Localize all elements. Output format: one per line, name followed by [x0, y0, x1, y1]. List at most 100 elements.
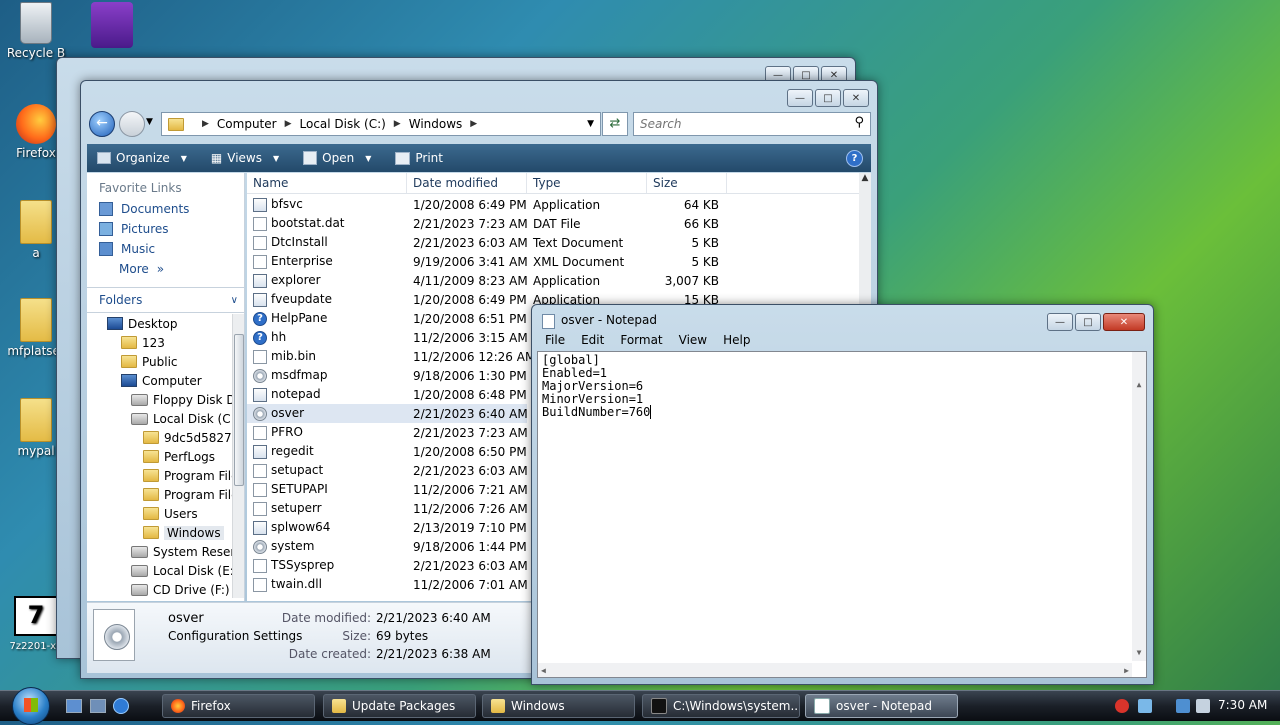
minimize-button[interactable]: —	[1047, 313, 1073, 331]
scroll-right-icon[interactable]: ▶	[1124, 664, 1129, 677]
tree-item-cd-drive[interactable]: CD Drive (F:) M	[87, 580, 232, 599]
tree-item-123[interactable]: 123	[87, 333, 232, 352]
column-name[interactable]: Name ˄	[247, 173, 407, 193]
search-input[interactable]	[638, 116, 842, 132]
favorite-documents[interactable]: Documents	[87, 199, 244, 219]
task-update-packages[interactable]: Update Packages	[323, 694, 476, 718]
show-desktop-button[interactable]	[66, 699, 82, 713]
tree-scrollbar[interactable]	[232, 314, 244, 598]
vertical-scrollbar[interactable]: ▲ ▼	[1132, 352, 1146, 661]
scroll-up-icon[interactable]: ▲	[1132, 378, 1146, 391]
scrollbar-thumb[interactable]	[234, 334, 244, 486]
menu-help[interactable]: Help	[715, 333, 758, 347]
task-windows[interactable]: Windows	[482, 694, 635, 718]
maximize-button[interactable]: □	[815, 89, 841, 107]
breadcrumb-local-disk[interactable]: Local Disk (C:) ▶	[296, 117, 405, 131]
breadcrumb-computer[interactable]: Computer ▶	[213, 117, 296, 131]
file-row[interactable]: DtcInstall 2/21/2023 6:03 AM Text Document…	[247, 233, 847, 252]
scroll-down-icon[interactable]: ▼	[1132, 646, 1146, 659]
file-name-cell: TSSysprep	[253, 558, 334, 573]
forward-button[interactable]	[119, 111, 145, 137]
file-row[interactable]: bfsvc 1/20/2008 6:49 PM Application 64 KB	[247, 195, 847, 214]
file-date: 2/21/2023 7:23 AM	[413, 216, 528, 231]
column-label: Type	[533, 176, 561, 190]
task-label: Update Packages	[352, 699, 456, 713]
tree-item-computer[interactable]: Computer	[87, 371, 232, 390]
file-name-cell: PFRO	[253, 425, 303, 440]
security-alert-icon[interactable]	[1115, 699, 1129, 713]
organize-button[interactable]: Organize ▼	[87, 151, 201, 165]
tree-item-local-disk-c[interactable]: Local Disk (C:)	[87, 409, 232, 428]
switch-windows-button[interactable]	[90, 699, 106, 713]
menu-format[interactable]: Format	[612, 333, 670, 347]
file-row[interactable]: bootstat.dat 2/21/2023 7:23 AM DAT File 66 …	[247, 214, 847, 233]
column-type[interactable]: Type	[527, 173, 647, 193]
tree-label: CD Drive (F:) M	[153, 582, 232, 597]
ie-quicklaunch-icon[interactable]	[113, 698, 129, 714]
folder-icon	[491, 699, 505, 713]
history-dropdown[interactable]: ▼	[146, 117, 153, 127]
tree-item-windows[interactable]: Windows	[87, 523, 232, 542]
print-button[interactable]: Print	[385, 151, 457, 165]
tree-label: Users	[164, 506, 198, 521]
address-dropdown-icon[interactable]: ▼	[587, 119, 594, 129]
file-row[interactable]: Enterprise 9/19/2006 3:41 AM XML Document 5…	[247, 252, 847, 271]
file-row[interactable]: explorer 4/11/2009 8:23 AM Application 3,00…	[247, 271, 847, 290]
help-button[interactable]: ?	[846, 150, 863, 167]
file-name: setupact	[271, 463, 324, 478]
tree-item-floppy[interactable]: Floppy Disk Dr	[87, 390, 232, 409]
tree-item-system-reserved[interactable]: System Reserv	[87, 542, 232, 561]
volume-muted-icon[interactable]	[1196, 699, 1210, 713]
breadcrumb-windows[interactable]: Windows ▶	[405, 117, 482, 131]
favorite-pictures[interactable]: Pictures	[87, 219, 244, 239]
open-button[interactable]: Open ▼	[293, 151, 385, 165]
close-button[interactable]: ✕	[843, 89, 869, 107]
views-button[interactable]: ▦ Views ▼	[201, 151, 293, 165]
more-links-button[interactable]: More »	[87, 259, 244, 279]
tree-item-9dc5[interactable]: 9dc5d582769	[87, 428, 232, 447]
network-icon[interactable]	[1176, 699, 1190, 713]
tree-item-users[interactable]: Users	[87, 504, 232, 523]
tree-item-public[interactable]: Public	[87, 352, 232, 371]
file-date: 1/20/2008 6:49 PM	[413, 197, 527, 212]
scroll-left-icon[interactable]: ◀	[541, 664, 546, 677]
task-notepad[interactable]: osver - Notepad	[805, 694, 958, 718]
horizontal-scrollbar[interactable]: ◀ ▶	[538, 663, 1132, 677]
tree-item-perflogs[interactable]: PerfLogs	[87, 447, 232, 466]
file-name-cell: bfsvc	[253, 197, 303, 212]
package-icon	[91, 2, 133, 48]
task-cmd[interactable]: C:\Windows\system...	[642, 694, 800, 718]
task-firefox[interactable]: Firefox	[162, 694, 315, 718]
search-icon[interactable]: ⚲	[854, 115, 864, 130]
minimize-button[interactable]: —	[787, 89, 813, 107]
tree-item-program-files-x86[interactable]: Program File	[87, 485, 232, 504]
search-box[interactable]: ⚲	[633, 112, 871, 136]
menu-view[interactable]: View	[671, 333, 715, 347]
menu-file[interactable]: File	[537, 333, 573, 347]
recycle-bin-icon[interactable]: Recycle B	[0, 2, 72, 60]
organize-label: Organize	[116, 151, 170, 165]
clock[interactable]: 7:30 AM	[1218, 698, 1267, 712]
scroll-up-icon[interactable]: ▲	[859, 173, 871, 183]
address-bar[interactable]: ▶ Computer ▶ Local Disk (C:) ▶ Windows ▶ ▼	[161, 112, 601, 136]
close-button[interactable]: ✕	[1103, 313, 1145, 331]
favorite-music[interactable]: Music	[87, 239, 244, 259]
tree-item-local-disk-e[interactable]: Local Disk (E:)	[87, 561, 232, 580]
maximize-button[interactable]: □	[1075, 313, 1101, 331]
language-icon[interactable]	[1138, 699, 1152, 713]
start-button[interactable]	[12, 687, 50, 725]
notepad-text-area[interactable]: [global] Enabled=1 MajorVersion=6 MinorV…	[537, 351, 1147, 678]
back-button[interactable]: ←	[89, 111, 115, 137]
menu-edit[interactable]: Edit	[573, 333, 612, 347]
tree-item-desktop[interactable]: Desktop	[87, 314, 232, 333]
tree-item-program-files[interactable]: Program File	[87, 466, 232, 485]
file-row[interactable]: osver 2/21/2023 6:40 AM	[247, 404, 528, 423]
file-name: notepad	[271, 387, 321, 402]
file-date: 2/21/2023 6:03 AM	[413, 235, 528, 250]
installer-desktop-icon[interactable]	[76, 2, 148, 50]
file-name-cell: notepad	[253, 387, 321, 402]
refresh-button[interactable]: ⇄	[602, 112, 628, 136]
column-size[interactable]: Size	[647, 173, 727, 193]
folders-header[interactable]: Folders ∨	[87, 287, 244, 313]
column-date[interactable]: Date modified	[407, 173, 527, 193]
